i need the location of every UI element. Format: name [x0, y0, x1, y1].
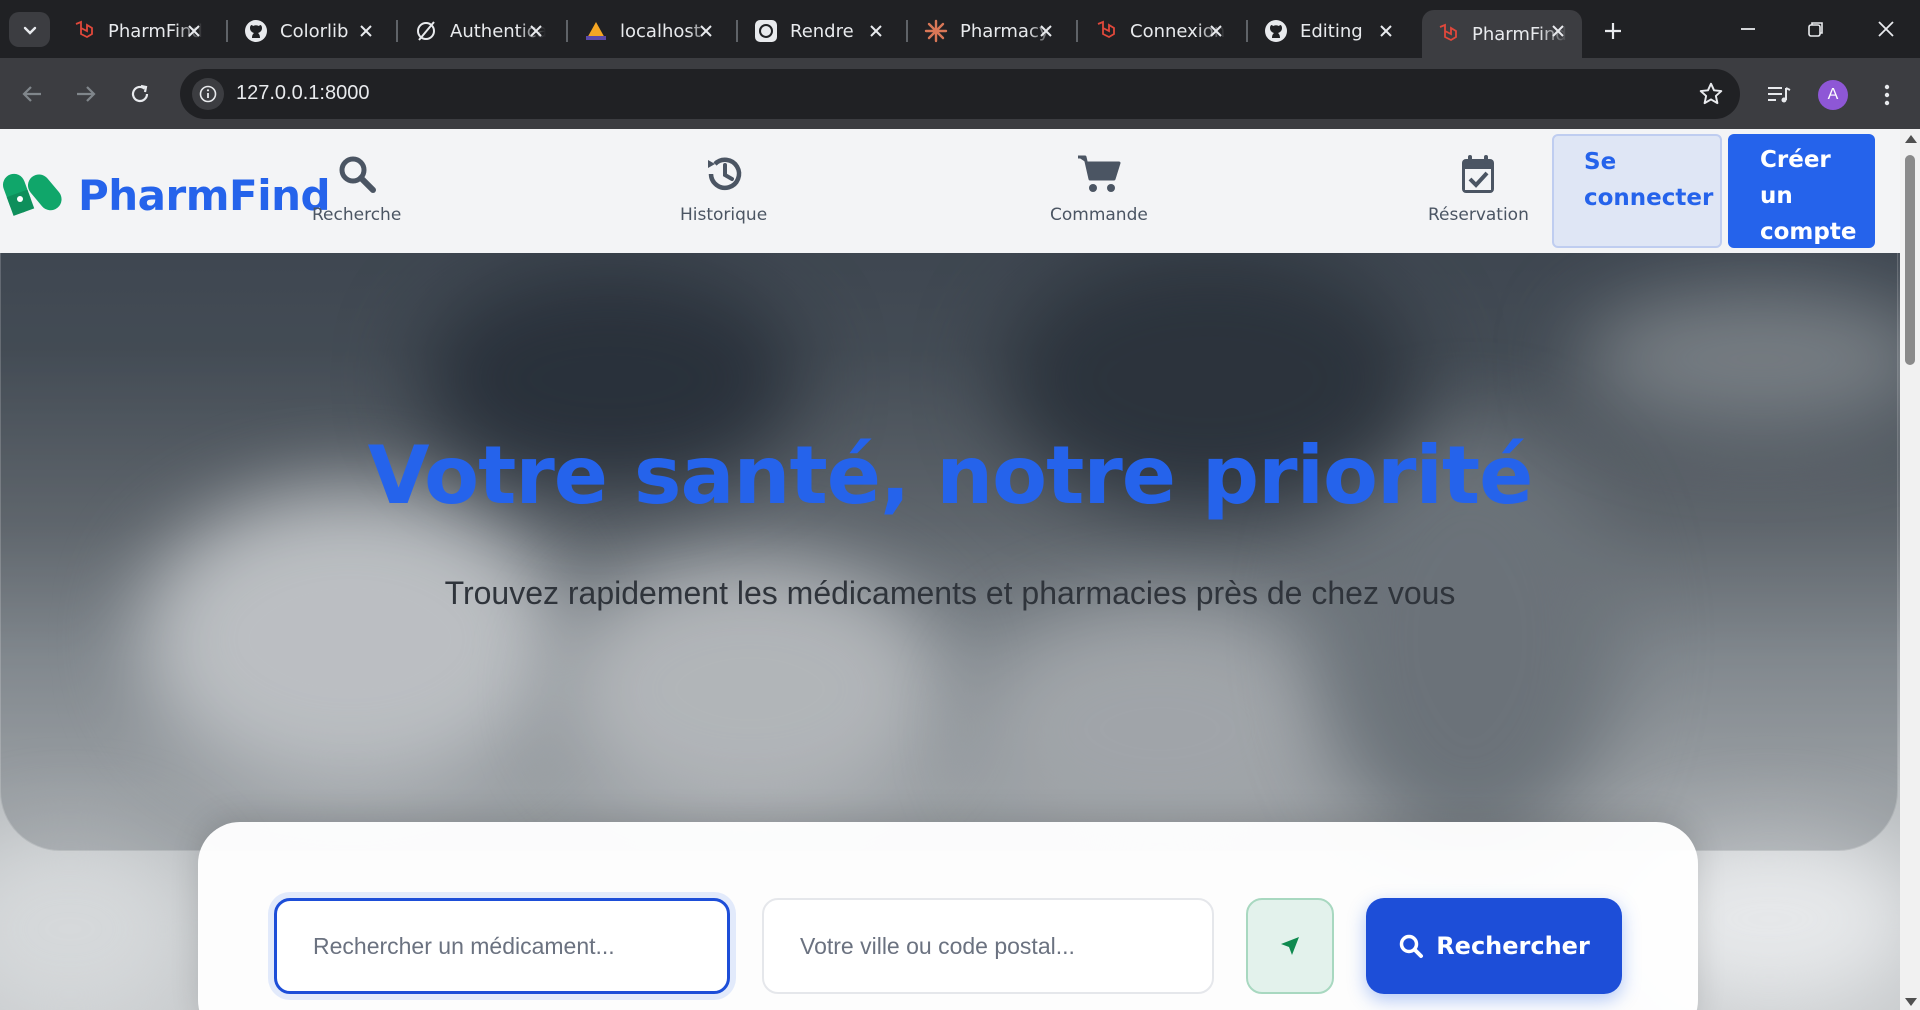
medicine-search-input[interactable] [274, 898, 730, 994]
browser-tab[interactable]: Colorlib [230, 10, 390, 52]
site-info-icon[interactable] [192, 78, 224, 110]
reload-button[interactable] [122, 76, 158, 112]
browser-tabstrip: PharmFind Colorlib Authentication localh… [0, 0, 1920, 58]
close-icon[interactable] [696, 21, 716, 41]
calendar-check-icon [1460, 151, 1496, 197]
site-icon [584, 19, 608, 43]
claude-icon [924, 19, 948, 43]
signup-button[interactable]: Créer un compte [1728, 134, 1875, 248]
plus-icon [1605, 23, 1621, 39]
search-card: Rechercher [198, 822, 1698, 1010]
tab-search-button[interactable] [9, 12, 50, 47]
close-icon[interactable] [866, 21, 886, 41]
close-icon[interactable] [356, 21, 376, 41]
minimize-icon [1741, 28, 1755, 30]
history-icon [703, 151, 745, 197]
close-icon[interactable] [1036, 21, 1056, 41]
search-button-label: Rechercher [1436, 932, 1590, 960]
restore-button[interactable] [1796, 12, 1836, 46]
new-tab-button[interactable] [1598, 16, 1628, 46]
forward-button[interactable] [68, 76, 104, 112]
nav-label: Recherche [312, 205, 402, 225]
nav-commande[interactable]: Commande [1050, 151, 1148, 225]
close-icon[interactable] [1548, 21, 1568, 41]
page-scrollbar[interactable] [1900, 129, 1920, 1010]
browser-tab[interactable]: PharmFind [58, 10, 218, 52]
profile-avatar[interactable]: A [1818, 80, 1848, 110]
reload-icon [131, 84, 149, 103]
login-button[interactable]: Se connecter [1552, 134, 1722, 248]
close-icon[interactable] [526, 21, 546, 41]
hero-subtitle: Trouvez rapidement les médicaments et ph… [444, 575, 1456, 611]
restore-icon [1808, 22, 1823, 37]
media-playlist-icon[interactable] [1762, 78, 1796, 112]
back-button[interactable] [14, 76, 50, 112]
browser-tab-active[interactable]: PharmFind [1422, 10, 1582, 58]
close-window-button[interactable] [1866, 12, 1906, 46]
laravel-icon [1094, 19, 1118, 43]
browser-tab[interactable]: Authentication [400, 10, 560, 52]
hero-title: Votre santé, notre priorité [367, 429, 1534, 522]
browser-toolbar: 127.0.0.1:8000 A [0, 58, 1920, 129]
arrow-left-icon [22, 86, 41, 102]
url-text: 127.0.0.1:8000 [236, 82, 370, 104]
close-icon[interactable] [1376, 21, 1396, 41]
brand-name: PharmFind [78, 170, 331, 220]
scroll-up-arrow-icon[interactable] [1905, 135, 1917, 143]
location-arrow-icon [1281, 937, 1299, 955]
bookmark-star-icon[interactable] [1698, 81, 1724, 111]
site-navbar: PharmFind Recherche Historique Commande … [0, 129, 1900, 253]
minimize-button[interactable] [1728, 12, 1768, 46]
search-icon [337, 151, 377, 197]
page-viewport: PharmFind Recherche Historique Commande … [0, 129, 1900, 1010]
geolocate-button[interactable] [1246, 898, 1334, 994]
browser-tab[interactable]: localhost [570, 10, 730, 52]
browser-tab[interactable]: Connexion [1080, 10, 1240, 52]
scroll-down-arrow-icon[interactable] [1905, 998, 1917, 1006]
arrow-right-icon [77, 86, 96, 102]
nav-recherche[interactable]: Recherche [312, 151, 401, 225]
menu-kebab-icon[interactable] [1870, 78, 1904, 112]
close-icon[interactable] [1206, 21, 1226, 41]
openai-icon [754, 19, 778, 43]
laravel-icon [1436, 22, 1460, 46]
nav-label: Réservation [1428, 205, 1529, 225]
nav-label: Historique [680, 205, 768, 225]
browser-tab[interactable]: Editing [1250, 10, 1410, 52]
cart-icon [1076, 151, 1122, 197]
city-input[interactable] [762, 898, 1214, 994]
browser-tab[interactable]: Rendre [740, 10, 900, 52]
chevron-down-icon [23, 26, 36, 35]
browser-tab[interactable]: Pharmacy [910, 10, 1070, 52]
slash-icon [414, 19, 438, 43]
close-icon[interactable] [184, 21, 204, 41]
close-icon [1878, 21, 1894, 37]
pill-logo-icon [0, 169, 64, 221]
github-icon [244, 19, 268, 43]
address-bar[interactable]: 127.0.0.1:8000 [180, 69, 1740, 119]
scrollbar-thumb[interactable] [1905, 155, 1915, 365]
nav-label: Commande [1050, 205, 1148, 225]
brand-logo[interactable]: PharmFind [0, 169, 331, 221]
search-icon [1399, 934, 1424, 958]
laravel-icon [72, 19, 96, 43]
search-button[interactable]: Rechercher [1366, 898, 1622, 994]
github-icon [1264, 19, 1288, 43]
nav-reservation[interactable]: Réservation [1428, 151, 1529, 225]
nav-historique[interactable]: Historique [680, 151, 767, 225]
